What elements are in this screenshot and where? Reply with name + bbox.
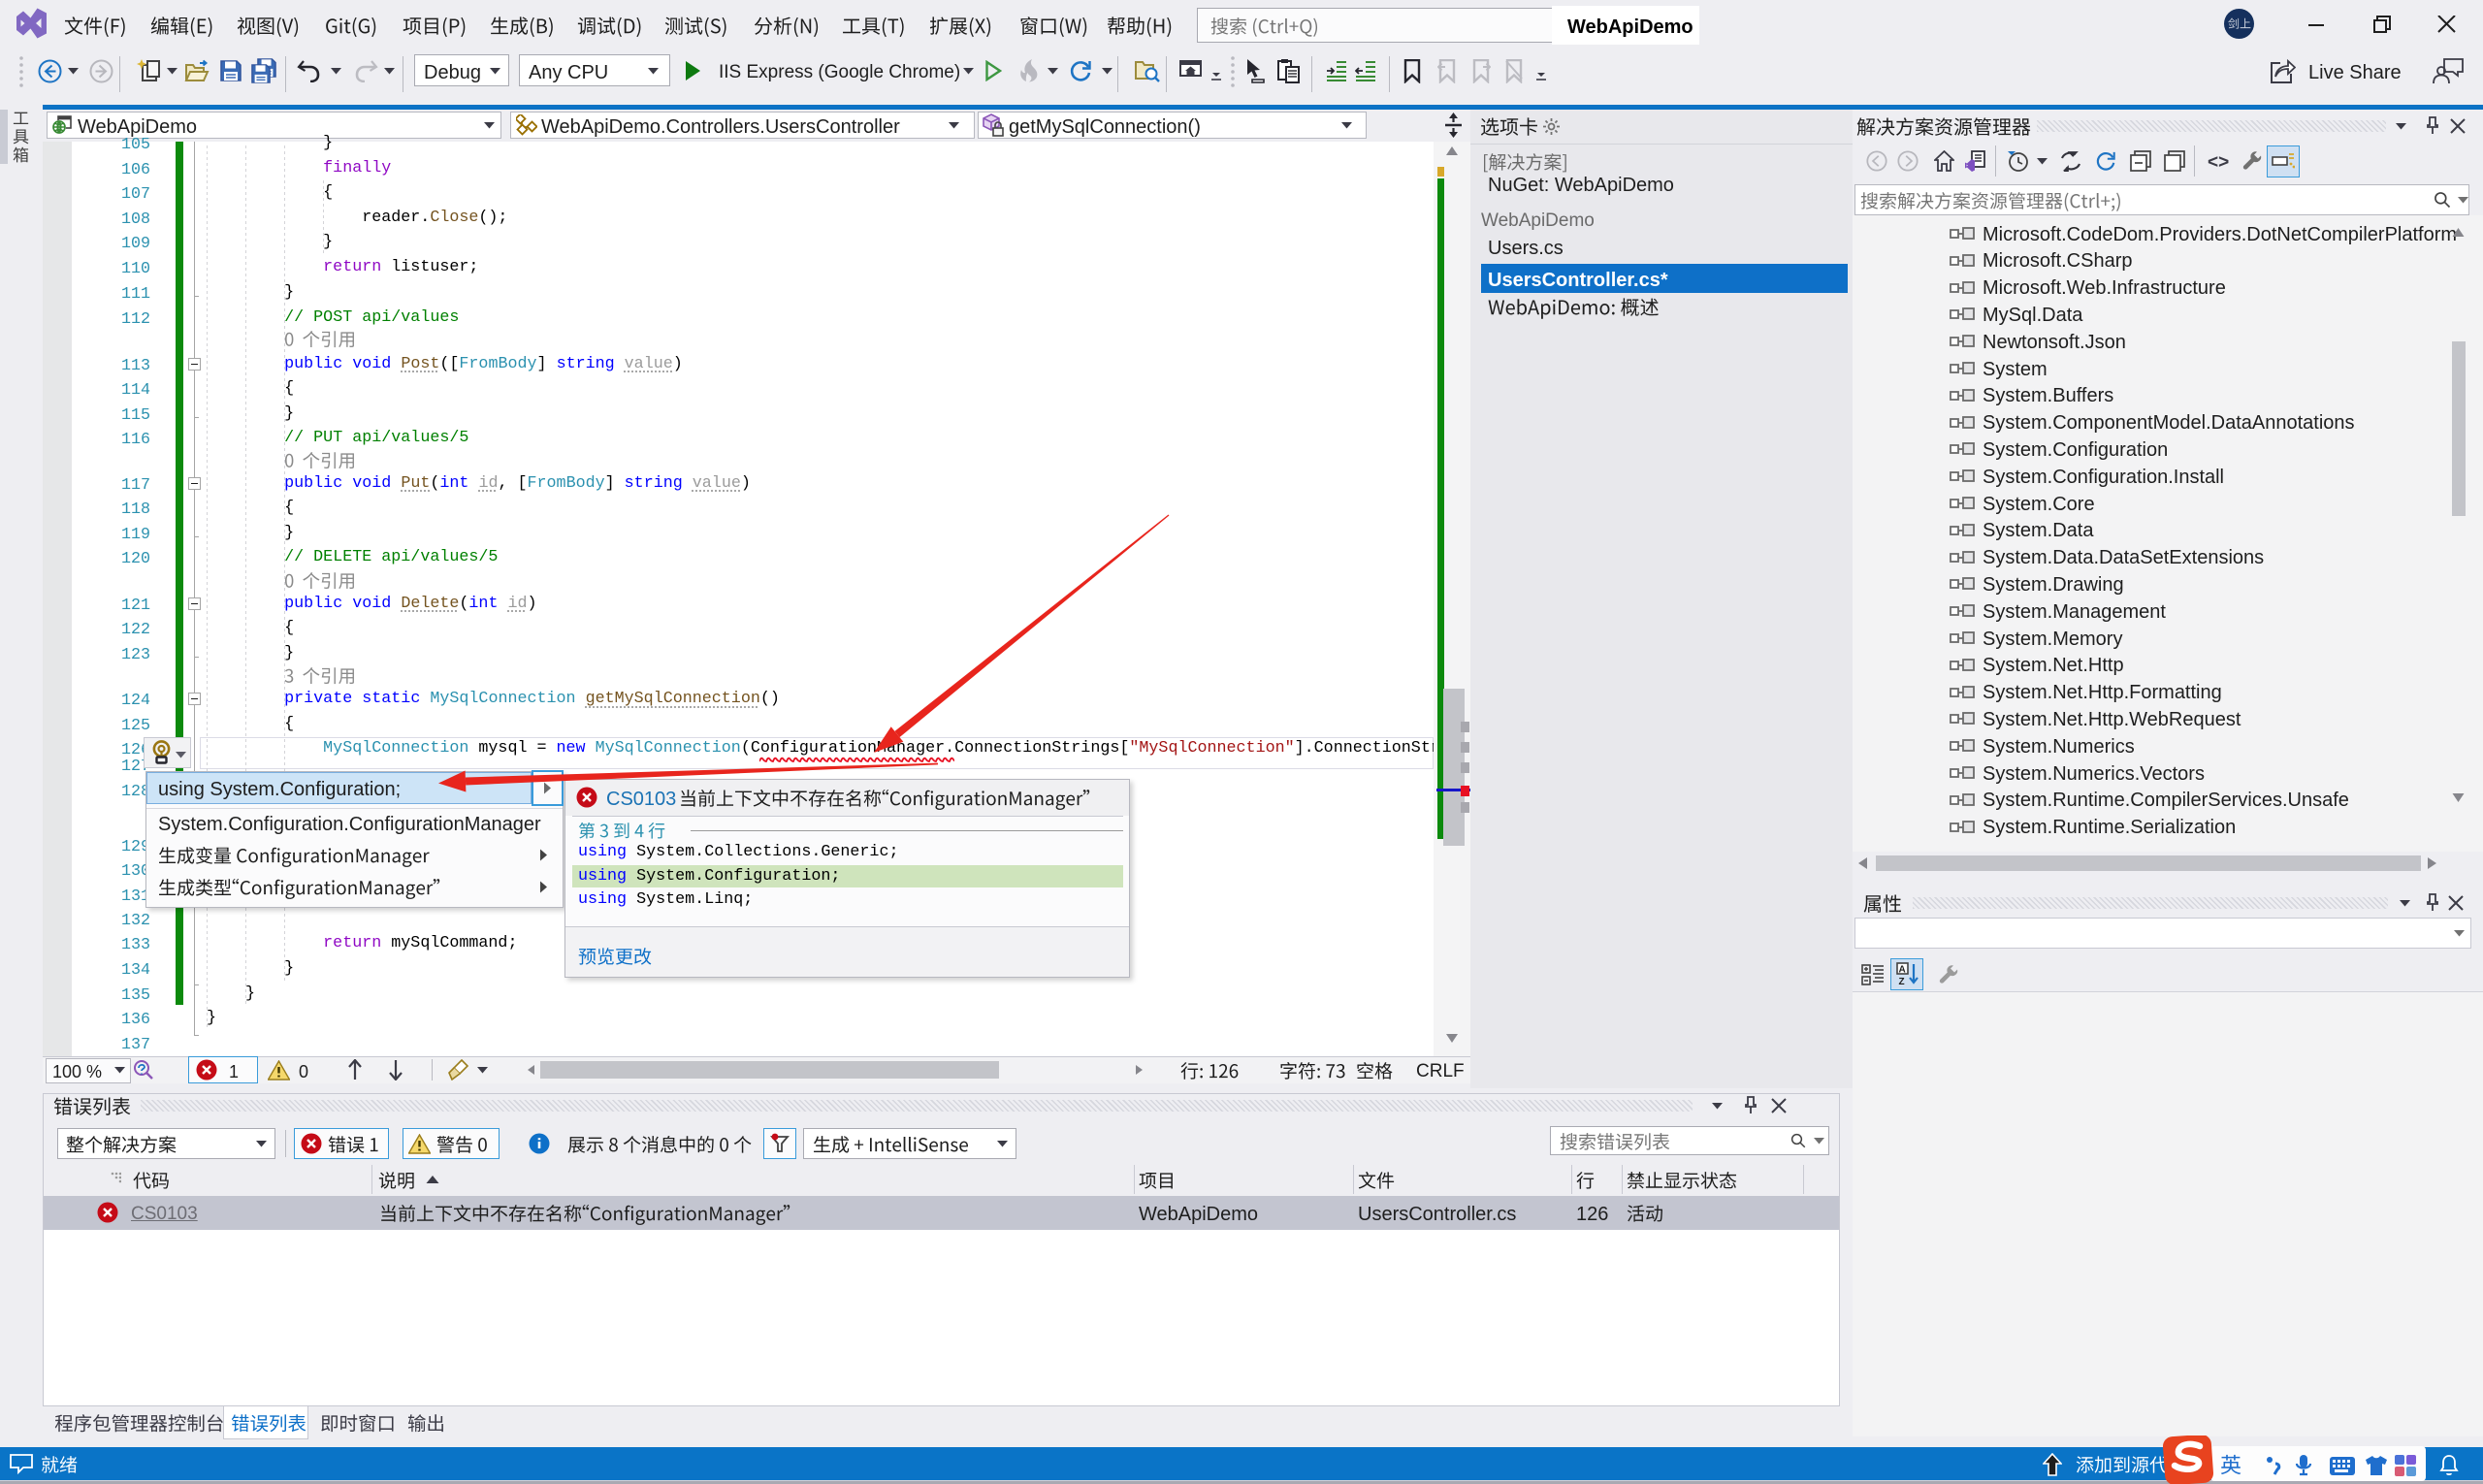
svg-text:Z: Z [1899, 977, 1905, 986]
svg-text:A: A [1899, 965, 1906, 976]
